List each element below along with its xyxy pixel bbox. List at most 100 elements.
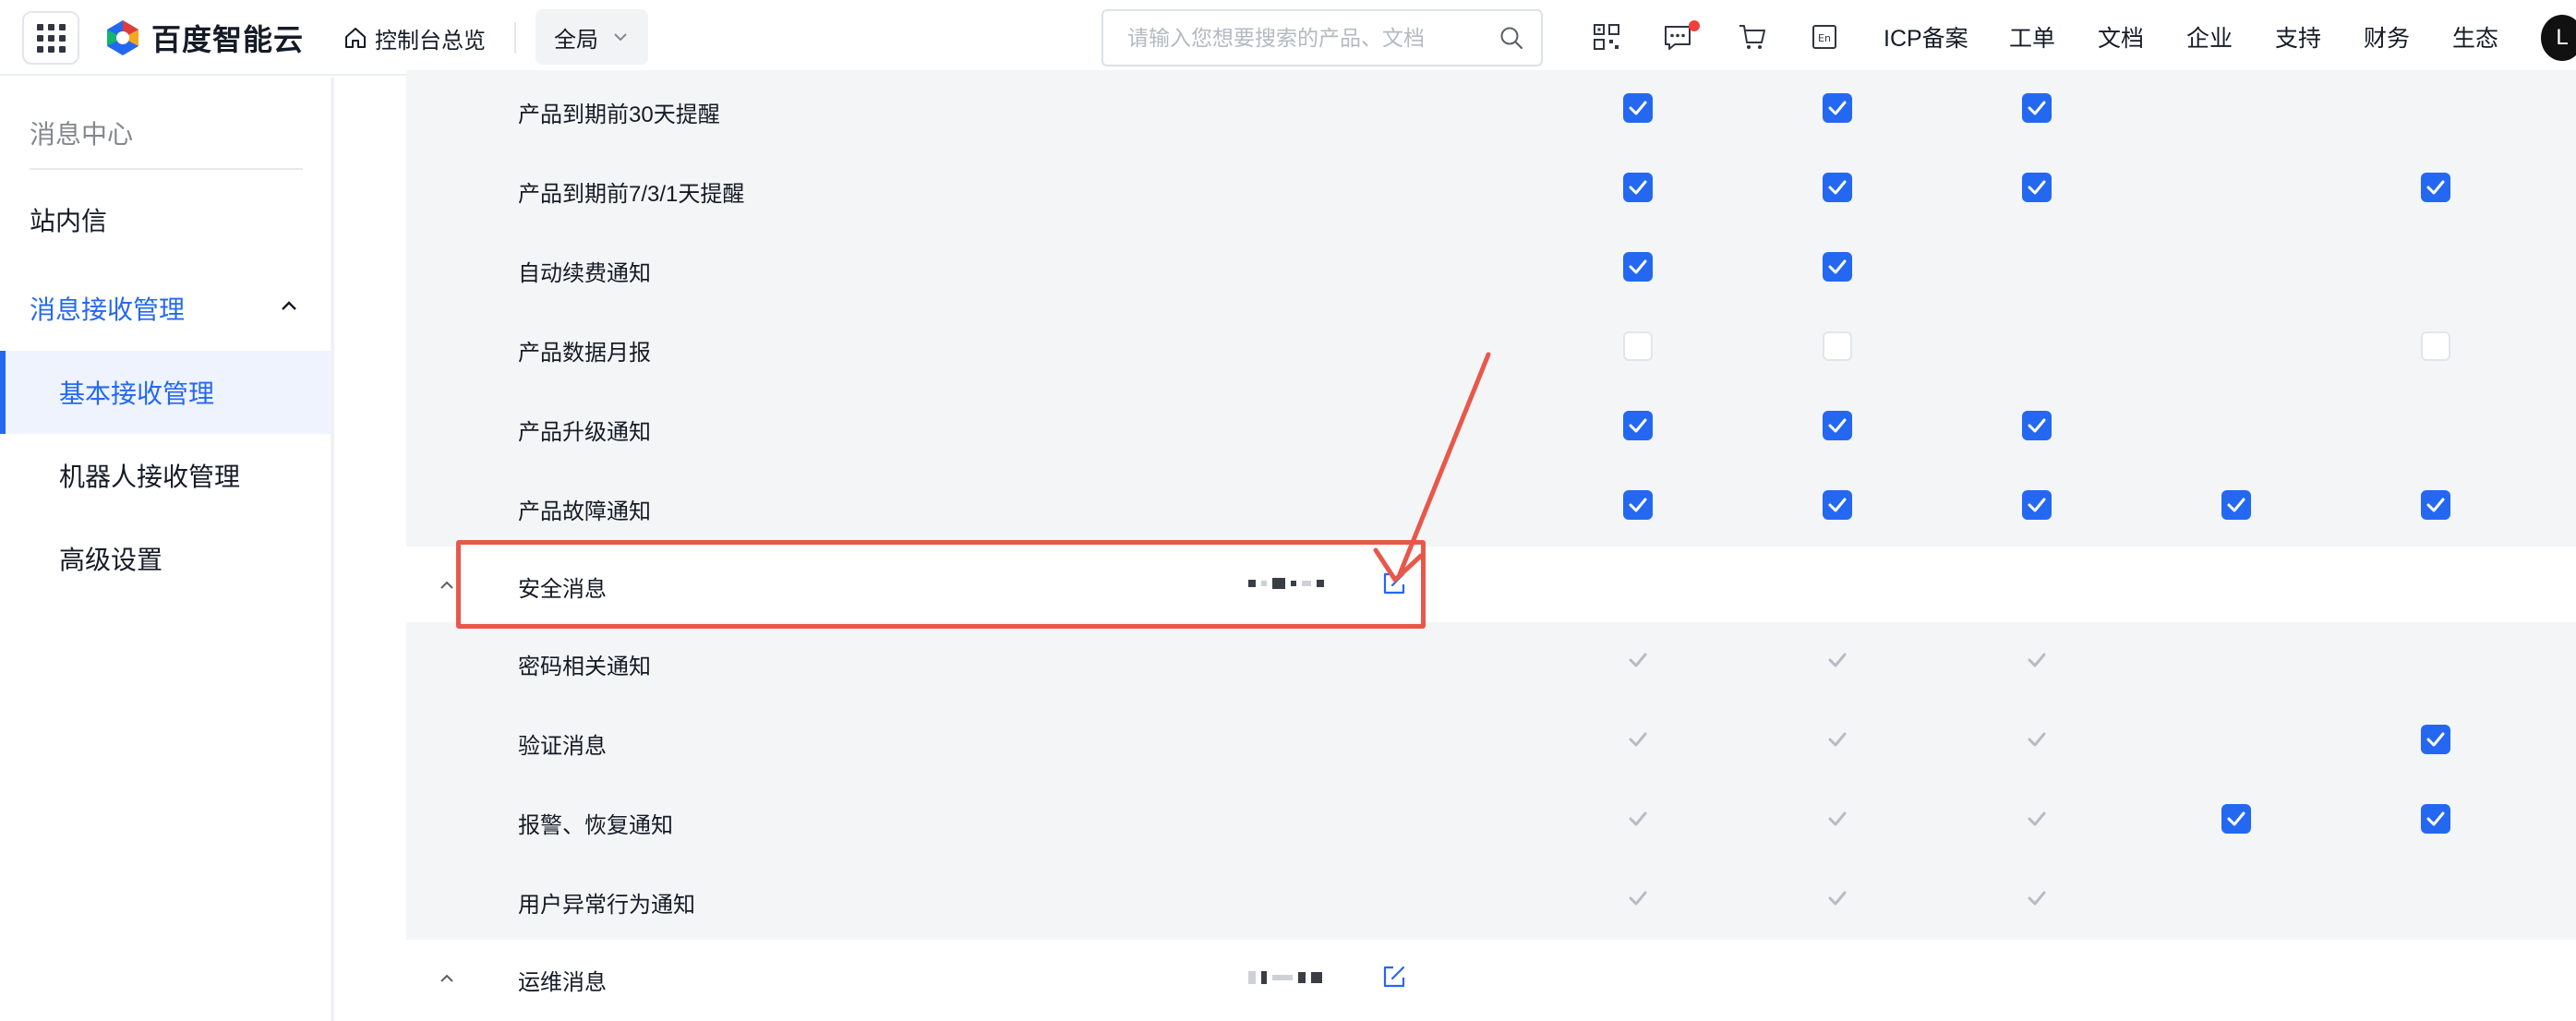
nav-link-finance[interactable]: 财务 bbox=[2364, 20, 2410, 54]
channel-2-checkbox bbox=[1823, 645, 1852, 675]
channel-1-checkbox[interactable] bbox=[1623, 252, 1653, 282]
table-row: 产品到期前30天提醒 bbox=[406, 70, 2576, 150]
channel-1-checkbox[interactable] bbox=[1623, 93, 1653, 123]
cart-icon[interactable] bbox=[1736, 20, 1769, 54]
channel-1-checkbox[interactable] bbox=[1623, 411, 1653, 440]
channel-5-checkbox[interactable] bbox=[2421, 804, 2450, 834]
collapse-chevron-up-icon[interactable] bbox=[434, 966, 460, 991]
channel-4-checkbox[interactable] bbox=[2221, 804, 2251, 834]
top-navigation-bar: 百度智能云 控制台总览 全局 请输入您想要搜索的产品、文档 En ICP备案 工… bbox=[0, 0, 2576, 76]
sidebar-item-inbox[interactable]: 站内信 bbox=[30, 201, 107, 238]
row-label: 产品到期前30天提醒 bbox=[518, 102, 720, 127]
sidebar-item-basic-receive[interactable]: 基本接收管理 bbox=[0, 351, 331, 434]
channel-5-checkbox[interactable] bbox=[2421, 173, 2450, 202]
baidu-cloud-logo-icon bbox=[107, 20, 138, 55]
channel-2-checkbox[interactable] bbox=[1823, 93, 1852, 123]
checkmark-icon bbox=[1629, 418, 1647, 433]
table-row: 产品到期前7/3/1天提醒 bbox=[406, 150, 2576, 229]
checkmark-icon bbox=[1828, 498, 1847, 512]
checkmark-icon bbox=[1828, 259, 1847, 274]
channel-1-checkbox[interactable] bbox=[1623, 490, 1653, 520]
checkmark-icon bbox=[1828, 418, 1847, 433]
nav-link-ticket[interactable]: 工单 bbox=[2009, 20, 2055, 54]
channel-3-checkbox bbox=[2022, 883, 2052, 913]
row-label: 产品升级通知 bbox=[518, 420, 651, 445]
checkmark-icon bbox=[1828, 180, 1847, 195]
table-row: 产品升级通知 bbox=[406, 388, 2576, 467]
checkmark-icon bbox=[2426, 180, 2445, 195]
chevron-up-icon[interactable] bbox=[275, 292, 303, 319]
channel-3-checkbox bbox=[2022, 725, 2052, 754]
table-row: 验证消息 bbox=[406, 702, 2576, 781]
console-overview-link[interactable]: 控制台总览 bbox=[343, 18, 486, 57]
sidebar-item-advanced-settings[interactable]: 高级设置 bbox=[0, 517, 331, 600]
row-label: 密码相关通知 bbox=[518, 655, 651, 679]
checkmark-icon bbox=[1629, 259, 1647, 274]
channel-1-checkbox[interactable] bbox=[1623, 331, 1653, 361]
channel-1-checkbox bbox=[1623, 725, 1653, 754]
topbar-divider bbox=[514, 22, 516, 54]
checkmark-icon bbox=[2227, 811, 2245, 826]
channel-2-checkbox[interactable] bbox=[1823, 490, 1852, 520]
qrcode-icon[interactable] bbox=[1590, 20, 1623, 54]
global-search bbox=[1101, 9, 1543, 66]
channel-5-checkbox[interactable] bbox=[2421, 725, 2450, 754]
search-input[interactable] bbox=[1127, 25, 1499, 51]
checkmark-icon bbox=[2227, 498, 2245, 512]
brand-logo[interactable]: 百度智能云 bbox=[103, 17, 304, 59]
edit-icon[interactable] bbox=[1381, 964, 1407, 990]
checkmark-icon bbox=[1629, 101, 1647, 115]
sidebar-title: 消息中心 bbox=[30, 120, 134, 149]
table-row: 报警、恢复通知 bbox=[406, 781, 2576, 860]
table-row: 产品故障通知 bbox=[406, 467, 2576, 547]
channel-1-checkbox bbox=[1623, 804, 1653, 834]
checkmark-icon bbox=[1629, 180, 1647, 195]
channel-1-checkbox[interactable] bbox=[1623, 173, 1653, 202]
row-label: 报警、恢复通知 bbox=[518, 813, 673, 838]
channel-3-checkbox bbox=[2022, 645, 2052, 675]
channel-2-checkbox bbox=[1823, 725, 1852, 754]
nav-link-support[interactable]: 支持 bbox=[2275, 20, 2321, 54]
row-label: 产品到期前7/3/1天提醒 bbox=[518, 182, 745, 207]
checkmark-icon bbox=[2028, 180, 2046, 195]
checkmark-disabled-icon bbox=[2028, 732, 2046, 747]
language-en-icon[interactable]: En bbox=[1808, 20, 1841, 54]
nav-link-icp[interactable]: ICP备案 bbox=[1884, 20, 1968, 54]
nav-link-docs[interactable]: 文档 bbox=[2098, 20, 2144, 54]
table-row: 用户异常行为通知 bbox=[406, 860, 2576, 940]
checkmark-icon bbox=[2426, 811, 2445, 826]
channel-3-checkbox bbox=[2022, 804, 2052, 834]
region-scope-label: 全局 bbox=[554, 27, 598, 53]
apps-grid-button[interactable] bbox=[22, 11, 79, 65]
search-icon[interactable] bbox=[1499, 25, 1524, 51]
home-icon bbox=[345, 28, 366, 48]
channel-3-checkbox[interactable] bbox=[2022, 411, 2052, 440]
channel-2-checkbox[interactable] bbox=[1823, 252, 1852, 282]
channel-2-checkbox[interactable] bbox=[1823, 331, 1852, 361]
channel-2-checkbox[interactable] bbox=[1823, 411, 1852, 440]
user-avatar[interactable]: L bbox=[2541, 15, 2576, 61]
channel-3-checkbox[interactable] bbox=[2022, 173, 2052, 202]
checkmark-icon bbox=[1629, 498, 1647, 512]
channel-2-checkbox[interactable] bbox=[1823, 173, 1852, 202]
nav-link-enterprise[interactable]: 企业 bbox=[2186, 20, 2233, 54]
channel-5-checkbox[interactable] bbox=[2421, 331, 2450, 361]
checkmark-disabled-icon bbox=[2028, 891, 2046, 906]
nav-link-ecosystem[interactable]: 生态 bbox=[2452, 20, 2498, 54]
checkmark-disabled-icon bbox=[1629, 811, 1647, 826]
checkmark-icon bbox=[1828, 101, 1847, 115]
checkmark-icon bbox=[2426, 498, 2445, 512]
channel-3-checkbox[interactable] bbox=[2022, 490, 2052, 520]
channel-3-checkbox[interactable] bbox=[2022, 93, 2052, 123]
sidebar-group-receive-management[interactable]: 消息接收管理 bbox=[30, 290, 185, 327]
redacted-recipient-text bbox=[1248, 971, 1322, 984]
brand-name: 百度智能云 bbox=[151, 23, 305, 56]
checkmark-disabled-icon bbox=[1828, 891, 1847, 906]
sidebar: 消息中心 站内信 消息接收管理 基本接收管理 机器人接收管理 高级设置 bbox=[0, 78, 332, 613]
region-scope-select[interactable]: 全局 bbox=[536, 9, 648, 65]
sidebar-item-robot-receive[interactable]: 机器人接收管理 bbox=[0, 434, 331, 517]
channel-5-checkbox[interactable] bbox=[2421, 490, 2450, 520]
channel-4-checkbox[interactable] bbox=[2221, 490, 2251, 520]
notification-dot bbox=[1689, 20, 1700, 31]
group-row: 运维消息 bbox=[406, 940, 2576, 1014]
